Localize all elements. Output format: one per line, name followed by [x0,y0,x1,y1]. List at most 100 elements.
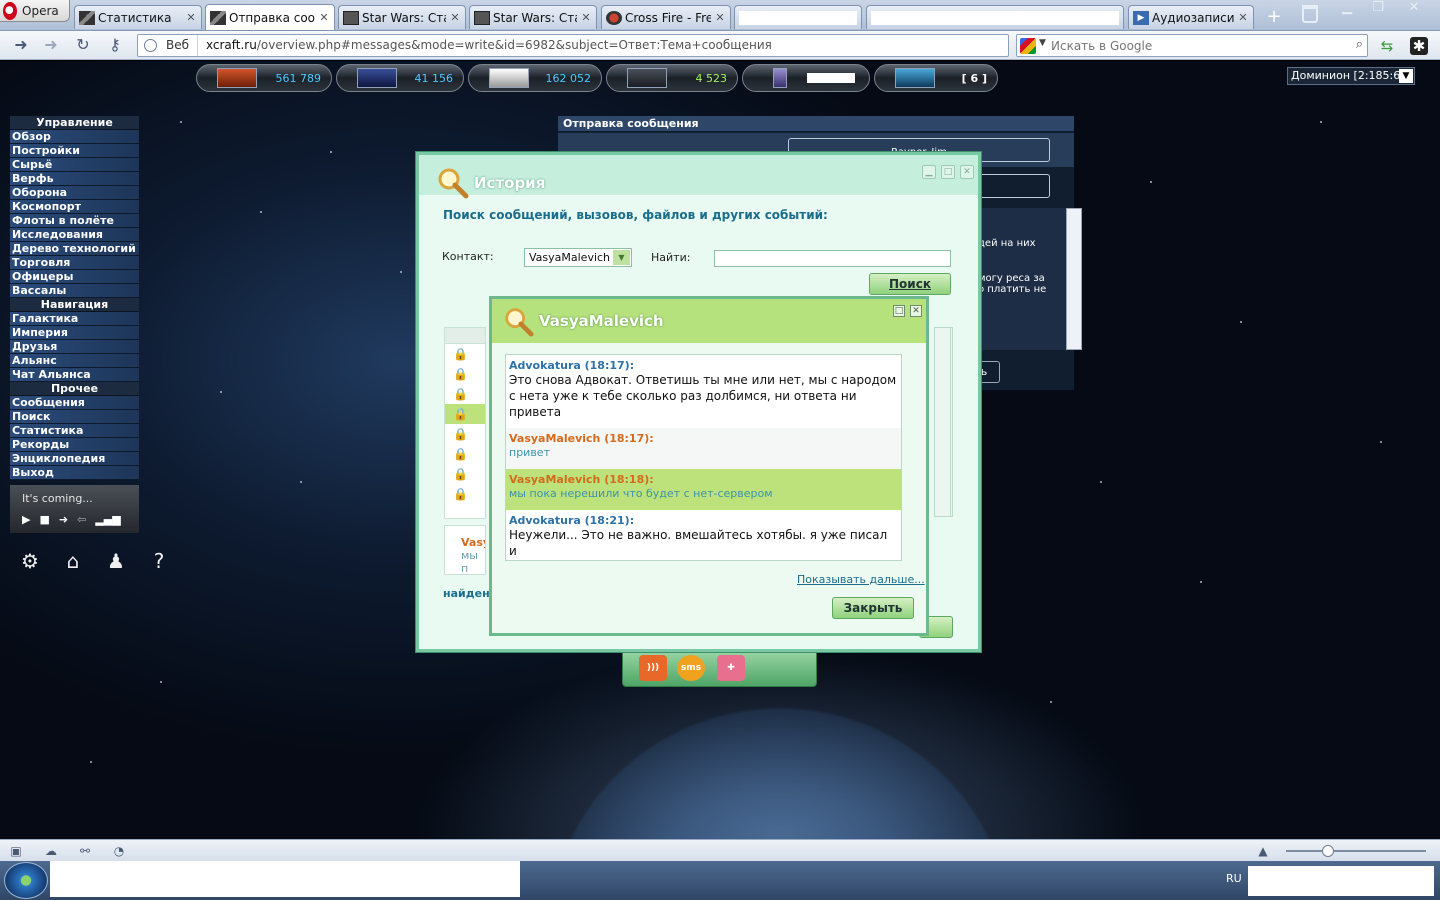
textarea-scrollbar[interactable] [1066,208,1082,350]
dark-matter-resource[interactable] [742,64,870,92]
menu-item-messages[interactable]: Сообщения [10,396,139,410]
show-more-link[interactable]: Показывать дальше... [797,573,925,586]
search-engine-dropdown-icon[interactable]: ▼ [1039,38,1046,48]
search-button[interactable]: Поиск [869,273,951,295]
tab-redacted-1[interactable] [734,5,862,29]
next-icon[interactable]: ➜ [59,513,68,526]
menu-item-records[interactable]: Рекорды [10,438,139,452]
close-tab-icon[interactable]: ✕ [714,11,726,24]
tab-redacted-2[interactable] [866,5,1124,29]
menu-item-statistics[interactable]: Статистика [10,424,139,438]
close-button[interactable]: Закрыть [832,597,914,619]
forward-arrow-icon[interactable]: ➜ [40,36,62,54]
rss-icon[interactable]: ))) [639,655,667,681]
reload-icon[interactable]: ↻ [72,36,94,54]
menu-item-resources[interactable]: Сырьё [10,158,139,172]
zoom-slider[interactable] [1286,845,1426,857]
menu-item-shipyard[interactable]: Верфь [10,172,139,186]
closed-tabs-trash-icon[interactable] [1302,5,1318,23]
start-button[interactable] [4,862,48,899]
menu-item-research[interactable]: Исследования [10,228,139,242]
minimize-window-icon[interactable]: ▁ [1331,0,1363,18]
language-indicator[interactable]: RU [1226,872,1242,885]
menu-item-defense[interactable]: Оборона [10,186,139,200]
settings-figure-icon[interactable]: ⚙ [16,547,44,575]
address-field[interactable]: Веб xcraft.ru/overview.php#messages&mode… [137,34,1009,57]
lock-icon[interactable]: 🔒 [445,364,485,384]
close-window-icon[interactable]: ✕ [1398,0,1430,18]
lock-icon[interactable]: 🔒 [445,424,485,444]
menu-item-galaxy[interactable]: Галактика [10,312,139,326]
energy-resource[interactable]: 4 523 [606,64,738,92]
menu-item-alliance-chat[interactable]: Чат Альянса [10,368,139,382]
menu-item-tech-tree[interactable]: Дерево технологий [10,242,139,256]
search-input[interactable] [1051,36,1351,55]
menu-item-encyclopedia[interactable]: Энциклопедия [10,452,139,466]
stop-icon[interactable]: ■ [39,513,49,526]
menu-item-buildings[interactable]: Постройки [10,144,139,158]
zoom-handle[interactable] [1322,845,1334,857]
lock-icon[interactable]: 🔒 [445,344,485,364]
slots-resource[interactable]: [ 6 ] [874,64,998,92]
metal-resource[interactable]: 561 789 [196,64,332,92]
close-tab-icon[interactable]: ✕ [318,11,330,24]
planet-select[interactable]: Доминион [2:185:6] ▼ [1287,67,1415,85]
menu-item-friends[interactable]: Друзья [10,340,139,354]
message-textarea[interactable]: дей на них могу реса за о платить не [978,208,1068,350]
menu-item-empire[interactable]: Империя [10,326,139,340]
minimize-icon[interactable]: ▁ [922,165,936,179]
sms-icon[interactable]: sms [677,655,705,681]
menu-item-overview[interactable]: Обзор [10,130,139,144]
panel-toggle-icon[interactable]: ▣ [8,843,24,859]
tab-send-message[interactable]: Отправка соо... ✕ [205,4,335,30]
tab-star-wars-2[interactable]: Star Wars: Ста... ✕ [469,5,597,29]
back-arrow-icon[interactable]: ➜ [10,36,32,54]
tab-star-wars-1[interactable]: Star Wars: Ста... ✕ [338,5,466,29]
gift-icon[interactable]: ✚ [717,655,745,681]
close-tab-icon[interactable]: ✕ [185,11,197,24]
search-box[interactable]: ▼ ⌕ [1016,34,1368,57]
menu-item-officers[interactable]: Офицеры [10,270,139,284]
history-scrollbar[interactable] [934,327,951,517]
volume-icon[interactable]: ▂▄▆ [95,513,120,526]
play-icon[interactable]: ▶ [22,513,30,526]
opera-menu-button[interactable]: Opera [0,0,70,22]
menu-item-trade[interactable]: Торговля [10,256,139,270]
share-icon[interactable]: ⚯ [77,843,93,859]
tab-statistics[interactable]: Статистика ✕ [74,5,202,29]
house-icon[interactable]: ⌂ [59,547,87,575]
lock-icon[interactable]: 🔒 [445,404,485,424]
search-icon[interactable]: ⌕ [1356,37,1363,52]
help-icon[interactable]: ? [145,547,173,575]
pawn-icon[interactable]: ♟ [102,547,130,575]
menu-item-fleets[interactable]: Флоты в полёте [10,214,139,228]
lock-icon[interactable]: 🔒 [445,444,485,464]
menu-item-logout[interactable]: Выход [10,466,139,480]
lock-icon[interactable]: 🔒 [445,484,485,504]
close-tab-icon[interactable]: ✕ [580,11,592,24]
close-icon[interactable]: ✕ [910,305,922,317]
sync-icon[interactable]: ⇆ [1378,37,1396,55]
maximize-icon[interactable]: □ [893,305,905,317]
new-tab-button[interactable]: + [1264,7,1284,27]
menu-item-alliance[interactable]: Альянс [10,354,139,368]
contact-select[interactable]: VasyaMalevich ▼ [524,248,632,267]
extension-icon[interactable]: ✱ [1410,37,1428,55]
maximize-icon[interactable]: □ [941,165,955,179]
tab-cross-fire[interactable]: Cross Fire - Fre... ✕ [601,5,731,29]
menu-item-spaceport[interactable]: Космопорт [10,200,139,214]
menu-item-search[interactable]: Поиск [10,410,139,424]
crystal-resource[interactable]: 41 156 [336,64,464,92]
find-input[interactable] [714,250,951,267]
close-icon[interactable]: ✕ [960,165,974,179]
lock-icon[interactable]: 🔒 [445,384,485,404]
cloud-icon[interactable]: ☁ [43,843,59,859]
restore-window-icon[interactable]: ❐ [1362,0,1394,18]
menu-item-vassals[interactable]: Вассалы [10,284,139,298]
key-icon[interactable]: ⚷ [104,36,126,54]
speed-dial-icon[interactable]: ◔ [111,843,127,859]
close-tab-icon[interactable]: ✕ [449,11,461,24]
tab-audio[interactable]: ▶ Аудиозаписи ... ✕ [1128,5,1254,29]
zoom-arrow-icon[interactable]: ▲ [1255,843,1271,859]
lock-icon[interactable]: 🔒 [445,464,485,484]
